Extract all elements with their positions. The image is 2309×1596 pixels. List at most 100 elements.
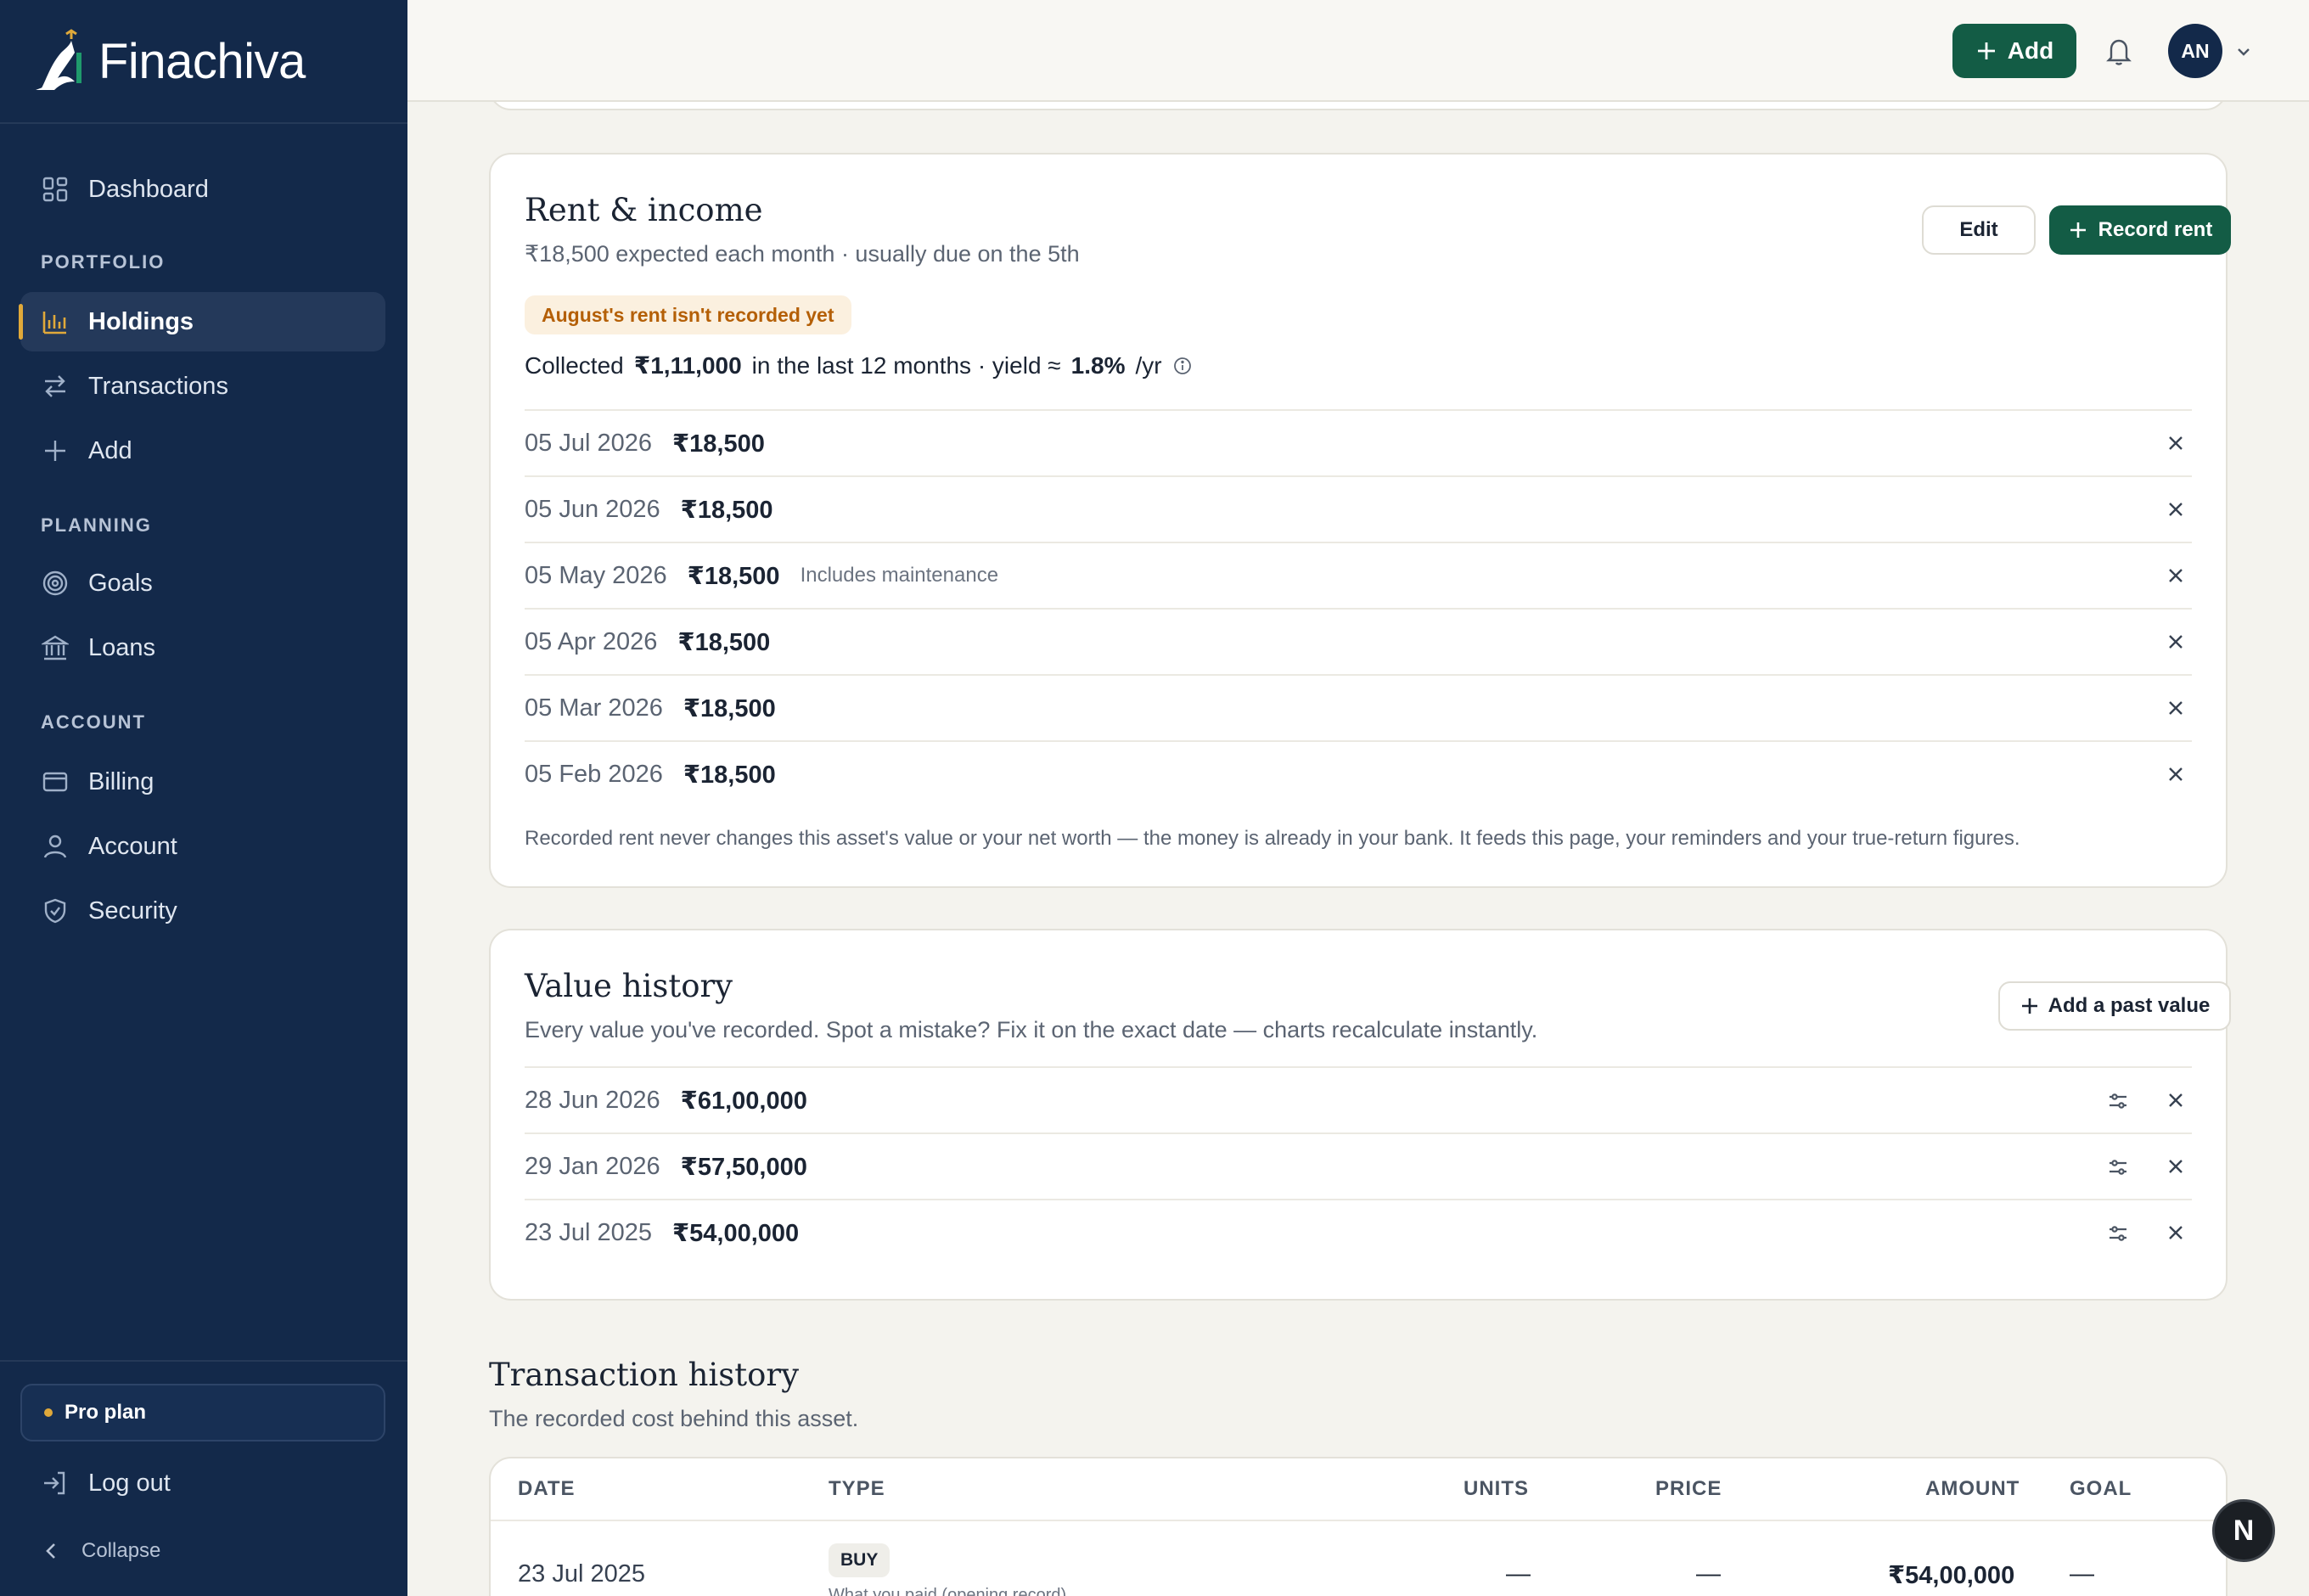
close-icon[interactable]: [2166, 500, 2185, 519]
value-row-date: 23 Jul 2025: [525, 1218, 652, 1246]
sidebar-item-label: Loans: [88, 633, 156, 661]
sidebar-item-billing[interactable]: Billing: [20, 752, 385, 812]
collected-mid: in the last 12 months · yield ≈: [751, 351, 1061, 379]
rent-footnote: Recorded rent never changes this asset's…: [525, 827, 2020, 850]
sliders-icon[interactable]: [2107, 1156, 2129, 1178]
plan-label: Pro plan: [65, 1401, 147, 1424]
close-icon[interactable]: [2166, 1223, 2185, 1242]
finachiva-logo-icon: [36, 29, 81, 90]
logout-button[interactable]: Log out: [41, 1462, 171, 1504]
value-row-date: 29 Jan 2026: [525, 1152, 660, 1180]
value-history-title: Value history: [525, 968, 733, 1004]
logout-label: Log out: [88, 1469, 171, 1497]
tx-units: —: [1506, 1560, 1531, 1588]
rent-row-date: 05 May 2026: [525, 561, 667, 589]
add-past-value-button[interactable]: Add a past value: [1998, 981, 2231, 1031]
close-icon[interactable]: [2166, 765, 2185, 784]
plus-icon: [2070, 222, 2086, 238]
missing-rent-warning: August's rent isn't recorded yet: [525, 295, 851, 334]
info-icon[interactable]: [1172, 356, 1193, 376]
rent-row: 05 Jun 2026 ₹18,500: [525, 475, 2192, 542]
sliders-icon[interactable]: [2107, 1090, 2129, 1112]
sidebar-item-goals[interactable]: Goals: [20, 554, 385, 613]
chevron-left-icon: [44, 1542, 58, 1560]
topbar: Add AN: [407, 0, 2309, 102]
plan-dot-icon: [44, 1408, 53, 1417]
sidebar-item-label: Billing: [88, 767, 154, 795]
bell-icon[interactable]: [2104, 36, 2134, 66]
table-header: DATE TYPE UNITS PRICE AMOUNT GOAL: [491, 1458, 2226, 1521]
rent-row-amount: ₹18,500: [677, 628, 771, 656]
tx-amount: ₹54,00,000: [1888, 1562, 2015, 1589]
sidebar-item-holdings[interactable]: Holdings: [19, 292, 385, 351]
sidebar-item-label: Goals: [88, 569, 153, 597]
value-row-amount: ₹57,50,000: [680, 1153, 807, 1181]
plus-icon: [2021, 998, 2037, 1014]
close-icon[interactable]: [2166, 434, 2185, 452]
rent-row: 05 Apr 2026 ₹18,500: [525, 608, 2192, 674]
brand[interactable]: Finachiva: [0, 0, 407, 124]
value-entries: 28 Jun 2026 ₹61,00,000 29 Jan 2026 ₹57,5…: [525, 1066, 2192, 1265]
section-planning: PLANNING: [41, 514, 152, 536]
column-date[interactable]: DATE: [518, 1477, 576, 1501]
rent-income-card: Rent & income ₹18,500 expected each mont…: [489, 153, 2231, 888]
rent-row-date: 05 Mar 2026: [525, 694, 663, 722]
value-row-amount: ₹54,00,000: [671, 1219, 800, 1247]
close-icon[interactable]: [2166, 699, 2185, 717]
collected-summary: Collected ₹1,11,000 in the last 12 month…: [525, 351, 1193, 379]
sidebar-item-add[interactable]: Add: [20, 421, 385, 480]
rent-row-amount: ₹18,500: [671, 430, 765, 458]
avatar[interactable]: AN: [2168, 24, 2222, 78]
sidebar-item-label: Account: [88, 832, 177, 860]
column-goal[interactable]: GOAL: [2070, 1477, 2132, 1501]
record-rent-button[interactable]: Record rent: [2049, 205, 2231, 255]
rent-subtitle: ₹18,500 expected each month · usually du…: [525, 241, 1080, 267]
sidebar-item-account[interactable]: Account: [20, 817, 385, 876]
edit-button[interactable]: Edit: [1922, 205, 2036, 255]
shield-icon: [41, 896, 70, 925]
rent-row-amount: ₹18,500: [683, 761, 776, 789]
tx-type-sub: What you paid (opening record): [829, 1586, 1067, 1596]
section-portfolio: PORTFOLIO: [41, 251, 166, 273]
column-type[interactable]: TYPE: [829, 1477, 885, 1501]
close-icon[interactable]: [2166, 632, 2185, 651]
target-icon: [41, 569, 70, 598]
plus-icon: [41, 436, 70, 465]
sidebar-item-security[interactable]: Security: [20, 881, 385, 941]
collapse-label: Collapse: [81, 1539, 161, 1562]
tx-date: 23 Jul 2025: [518, 1560, 645, 1588]
sidebar-item-transactions[interactable]: Transactions: [20, 357, 385, 416]
rent-row-date: 05 Feb 2026: [525, 760, 663, 788]
rent-row-date: 05 Jul 2026: [525, 429, 652, 457]
rent-row-amount: ₹18,500: [687, 562, 780, 590]
n-floating-icon[interactable]: N: [2212, 1499, 2275, 1562]
bank-icon: [41, 633, 70, 662]
plan-badge[interactable]: Pro plan: [20, 1384, 385, 1441]
close-icon[interactable]: [2166, 1091, 2185, 1110]
close-icon[interactable]: [2166, 1157, 2185, 1176]
value-row: 29 Jan 2026 ₹57,50,000: [525, 1132, 2192, 1199]
chevron-down-icon[interactable]: [2234, 42, 2253, 61]
rent-row: 05 May 2026 ₹18,500 Includes maintenance: [525, 542, 2192, 608]
sidebar-item-label: Holdings: [88, 307, 194, 335]
sidebar-item-dashboard[interactable]: Dashboard: [20, 160, 385, 219]
column-units[interactable]: UNITS: [1463, 1477, 1529, 1501]
sliders-icon[interactable]: [2107, 1222, 2129, 1245]
transaction-table: DATE TYPE UNITS PRICE AMOUNT GOAL 23 Jul…: [489, 1457, 2228, 1596]
transaction-history-title: Transaction history: [489, 1357, 799, 1393]
column-price[interactable]: PRICE: [1655, 1477, 1722, 1501]
rent-entries: 05 Jul 2026 ₹18,500 05 Jun 2026 ₹18,500 …: [525, 409, 2192, 806]
value-history-card: Value history Every value you've recorde…: [489, 929, 2231, 1301]
collapse-button[interactable]: Collapse: [44, 1530, 160, 1572]
close-icon[interactable]: [2166, 566, 2185, 585]
sidebar-footer: Pro plan Log out Collapse: [0, 1360, 407, 1596]
sidebar-item-loans[interactable]: Loans: [20, 618, 385, 677]
value-row: 23 Jul 2025 ₹54,00,000: [525, 1199, 2192, 1265]
brand-name: Finachiva: [98, 33, 306, 89]
plus-icon: [1977, 42, 1995, 59]
sidebar-item-label: Add: [88, 436, 132, 464]
rent-row-date: 05 Apr 2026: [525, 627, 658, 655]
logout-icon: [41, 1469, 70, 1498]
column-amount[interactable]: AMOUNT: [1925, 1477, 2020, 1501]
add-button[interactable]: Add: [1952, 24, 2076, 78]
